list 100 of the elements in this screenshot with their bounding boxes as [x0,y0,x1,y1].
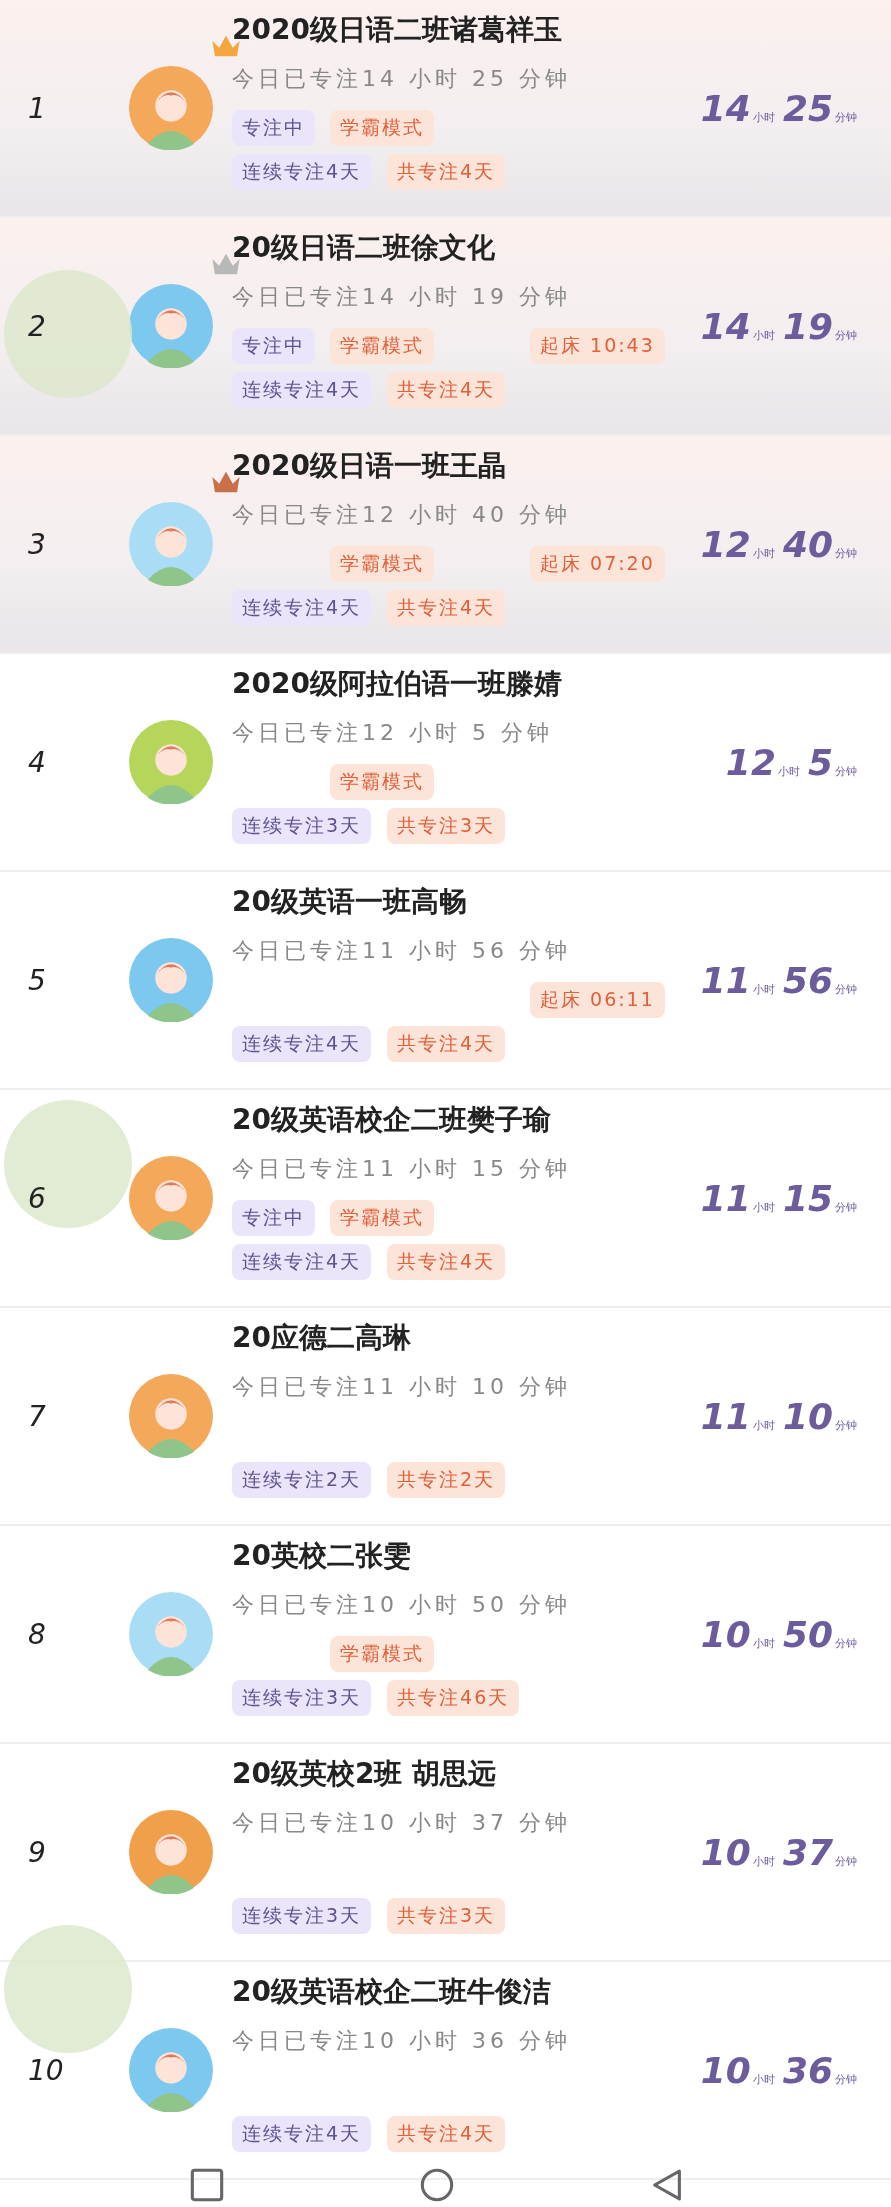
streak-tag: 连续专注4天 [232,154,372,190]
focusing-tag: 专注中 [232,328,315,364]
minutes-unit: 分钟 [835,545,857,561]
rank-number: 10 [28,2053,64,2087]
streak-tag: 连续专注4天 [232,1026,372,1062]
total-days-tag: 共专注3天 [387,1898,506,1934]
today-focus-text: 今日已专注11 小时 56 分钟 [232,937,572,965]
hours-unit: 小时 [752,981,775,997]
hours-value: 11 [700,1177,751,1219]
minutes-value: 10 [782,1395,833,1437]
minutes-value: 40 [782,523,833,565]
minutes-unit: 分钟 [835,2071,857,2087]
user-name: 2020级日语二班诸葛祥玉 [232,12,563,48]
mode-tag: 学霸模式 [330,1636,434,1672]
hours-unit: 小时 [752,1853,775,1869]
focusing-tag: 专注中 [232,110,315,146]
user-name: 20级英语一班高畅 [232,884,468,920]
home-icon[interactable] [420,2168,454,2202]
rank-number: 3 [28,527,46,561]
rank-number: 7 [28,1399,46,1433]
minutes-unit: 分钟 [835,109,857,125]
hours-value: 14 [700,305,751,347]
total-days-tag: 共专注3天 [387,808,506,844]
today-focus-text: 今日已专注10 小时 37 分钟 [232,1809,572,1837]
minutes-unit: 分钟 [835,1417,857,1433]
streak-tag: 连续专注3天 [232,808,372,844]
minutes-unit: 分钟 [835,763,857,779]
user-name: 2020级阿拉伯语一班滕婧 [232,666,563,702]
hours-unit: 小时 [752,545,775,561]
rank-number: 9 [28,1835,46,1869]
total-days-tag: 共专注46天 [387,1680,520,1716]
wake-up-tag: 起床 10:43 [530,328,665,364]
streak-tag: 连续专注4天 [232,2116,372,2152]
minutes-value: 25 [782,87,833,129]
streak-tag: 连续专注2天 [232,1462,372,1498]
user-name: 20级英语校企二班樊子瑜 [232,1102,552,1138]
minutes-unit: 分钟 [835,1199,857,1215]
rank-number: 5 [28,963,46,997]
rank-number: 2 [28,309,46,343]
today-focus-text: 今日已专注14 小时 25 分钟 [232,65,572,93]
streak-tag: 连续专注4天 [232,1244,372,1280]
hours-unit: 小时 [752,327,775,343]
hours-value: 11 [700,959,751,1001]
minutes-value: 5 [807,741,833,783]
total-days-tag: 共专注4天 [387,1026,506,1062]
minutes-value: 19 [782,305,833,347]
rank-number: 4 [28,745,46,779]
mode-tag: 学霸模式 [330,546,434,582]
today-focus-text: 今日已专注10 小时 50 分钟 [232,1591,572,1619]
wake-up-tag: 起床 07:20 [530,546,665,582]
wake-up-tag: 起床 06:11 [530,982,665,1018]
hours-value: 10 [700,1831,751,1873]
minutes-value: 36 [782,2049,833,2091]
rank-number: 6 [28,1181,46,1215]
minutes-unit: 分钟 [835,327,857,343]
minutes-unit: 分钟 [835,1853,857,1869]
total-days-tag: 共专注4天 [387,590,506,626]
hours-unit: 小时 [752,1635,775,1651]
minutes-value: 56 [782,959,833,1001]
total-days-tag: 共专注4天 [387,154,506,190]
total-days-tag: 共专注4天 [387,2116,506,2152]
hours-value: 11 [700,1395,751,1437]
streak-tag: 连续专注4天 [232,372,372,408]
minutes-value: 15 [782,1177,833,1219]
user-name: 20英校二张雯 [232,1538,412,1574]
hours-unit: 小时 [752,1199,775,1215]
today-focus-text: 今日已专注10 小时 36 分钟 [232,2027,572,2055]
hours-value: 10 [700,1613,751,1655]
hours-value: 12 [700,523,751,565]
hours-unit: 小时 [752,2071,775,2087]
hours-unit: 小时 [777,763,800,779]
hours-value: 14 [700,87,751,129]
today-focus-text: 今日已专注12 小时 5 分钟 [232,719,554,747]
user-name: 20级英语校企二班牛俊洁 [232,1974,552,2010]
today-focus-text: 今日已专注12 小时 40 分钟 [232,501,572,529]
back-icon[interactable] [650,2168,684,2202]
hours-value: 12 [725,741,776,783]
streak-tag: 连续专注3天 [232,1680,372,1716]
hours-value: 10 [700,2049,751,2091]
hours-unit: 小时 [752,1417,775,1433]
today-focus-text: 今日已专注14 小时 19 分钟 [232,283,572,311]
minutes-unit: 分钟 [835,1635,857,1651]
today-focus-text: 今日已专注11 小时 10 分钟 [232,1373,572,1401]
mode-tag: 学霸模式 [330,1200,434,1236]
total-days-tag: 共专注4天 [387,1244,506,1280]
mode-tag: 学霸模式 [330,764,434,800]
user-name: 20级日语二班徐文化 [232,230,496,266]
rank-number: 1 [28,91,46,125]
total-days-tag: 共专注4天 [387,372,506,408]
total-days-tag: 共专注2天 [387,1462,506,1498]
streak-tag: 连续专注4天 [232,590,372,626]
minutes-unit: 分钟 [835,981,857,997]
today-focus-text: 今日已专注11 小时 15 分钟 [232,1155,572,1183]
mode-tag: 学霸模式 [330,110,434,146]
user-name: 20级英校2班 胡思远 [232,1756,498,1792]
minutes-value: 50 [782,1613,833,1655]
recent-apps-icon[interactable] [190,2168,224,2202]
hours-unit: 小时 [752,109,775,125]
focusing-tag: 专注中 [232,1200,315,1236]
user-name: 20应德二高琳 [232,1320,412,1356]
